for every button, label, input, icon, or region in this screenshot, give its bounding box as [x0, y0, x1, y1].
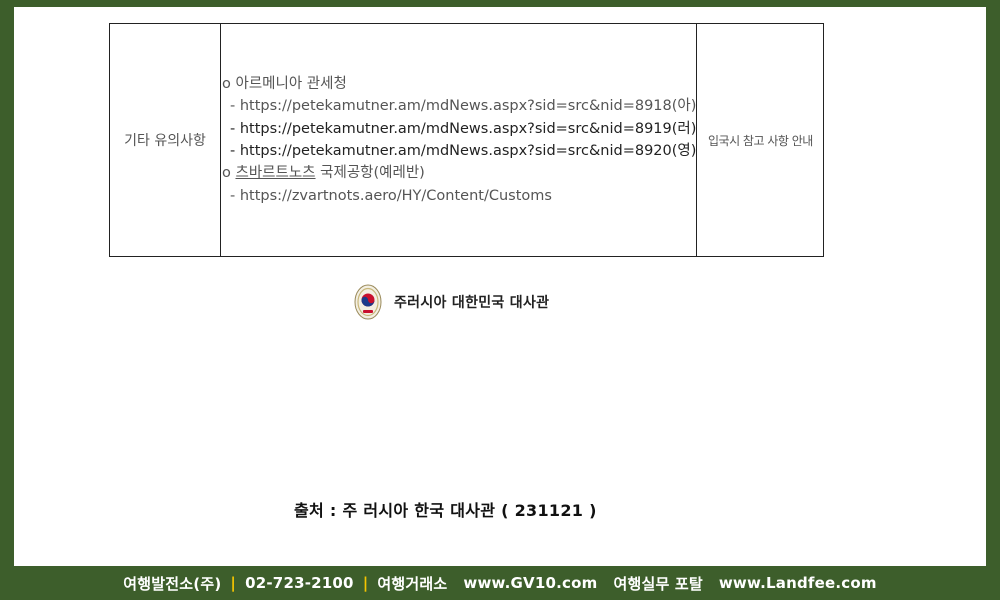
source-citation: 출처 : 주 러시아 한국 대사관 ( 231121 ) — [294, 501, 597, 520]
bullet-airport-suffix: 국제공항(예레반) — [315, 165, 425, 182]
row-label: 기타 유의사항 — [124, 133, 206, 149]
footer-site2-label: 여행실무 포탈 — [613, 574, 703, 593]
embassy-signature: 주러시아 대한민국 대사관 — [354, 283, 549, 321]
footer-company: 여행발전소(주) — [123, 574, 222, 593]
footer-separator: | — [230, 574, 237, 592]
document-page: 기타 유의사항 o 아르메니아 관세청 - https://petekamutn… — [14, 7, 986, 566]
link-airport[interactable]: - https://zvartnots.aero/HY/Content/Cust… — [222, 185, 696, 207]
row-label-cell: 기타 유의사항 — [109, 23, 221, 257]
link-customs-en[interactable]: - https://petekamutner.am/mdNews.aspx?si… — [222, 140, 696, 162]
embassy-name: 주러시아 대한민국 대사관 — [394, 295, 550, 311]
link-customs-am[interactable]: - https://petekamutner.am/mdNews.aspx?si… — [222, 95, 696, 117]
bullet-airport-name: 츠바르트노츠 — [235, 165, 316, 182]
footer-site1-label: 여행거래소 — [377, 574, 448, 593]
content-cell: o 아르메니아 관세청 - https://petekamutner.am/md… — [219, 23, 698, 257]
info-table: 기타 유의사항 o 아르메니아 관세청 - https://petekamutn… — [109, 23, 825, 257]
link-customs-ru[interactable]: - https://petekamutner.am/mdNews.aspx?si… — [222, 118, 696, 140]
footer-bar: 여행발전소(주) | 02-723-2100 | 여행거래소 www.GV10.… — [0, 566, 1000, 600]
table-row: 기타 유의사항 o 아르메니아 관세청 - https://petekamutn… — [109, 23, 825, 257]
bullet-airport: o 츠바르트노츠 국제공항(예레반) — [222, 162, 696, 184]
bullet-customs: o 아르메니아 관세청 — [222, 75, 347, 92]
note-text: 입국시 참고 사항 안내 — [708, 133, 813, 148]
note-cell: 입국시 참고 사항 안내 — [696, 23, 825, 257]
footer-phone: 02-723-2100 — [245, 574, 354, 592]
footer-site2-link[interactable]: www.Landfee.com — [719, 574, 877, 592]
footer-site1-link[interactable]: www.GV10.com — [463, 574, 597, 592]
bullet-airport-prefix: o — [222, 165, 236, 182]
embassy-seal-icon — [354, 284, 382, 320]
footer-separator: | — [362, 574, 369, 592]
